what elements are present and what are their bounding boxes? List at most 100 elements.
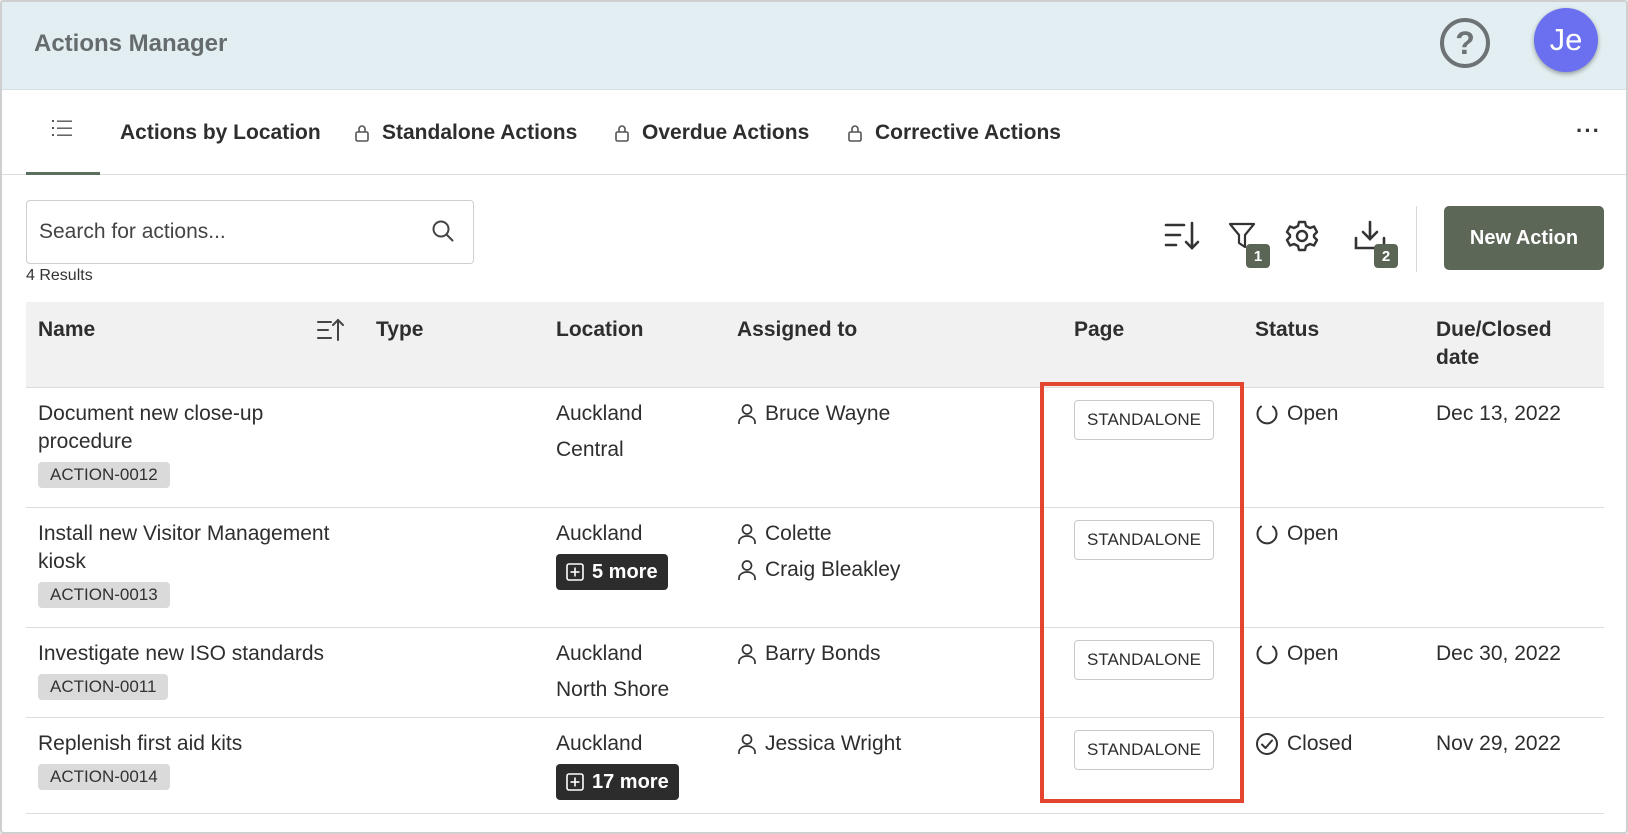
search-input[interactable] [39, 201, 419, 263]
more-locations-label: 17 more [592, 771, 669, 793]
assignee: Bruce Wayne [737, 396, 890, 432]
column-header-date[interactable]: Due/Closed date [1436, 316, 1586, 372]
person-icon [738, 560, 756, 580]
tab-label: Corrective Actions [875, 120, 1061, 144]
action-name[interactable]: Document new close-up procedure ACTION-0… [38, 400, 263, 488]
assigned-cell: Colette Craig Bleakley [737, 516, 900, 588]
more-locations-label: 5 more [592, 561, 658, 583]
download-count-badge: 2 [1374, 244, 1398, 268]
action-name-line: Investigate new ISO standards [38, 642, 324, 665]
column-header-assigned[interactable]: Assigned to [737, 316, 857, 344]
tab-list-view[interactable] [26, 90, 100, 175]
assignee-name: Jessica Wright [765, 732, 902, 755]
more-options-icon[interactable]: ··· [1576, 118, 1601, 144]
assignee-name: Colette [765, 522, 832, 545]
plus-square-icon [566, 563, 584, 581]
column-header-status[interactable]: Status [1255, 316, 1319, 344]
page-column-highlight [1040, 382, 1244, 803]
tab-label: Overdue Actions [642, 120, 810, 144]
table-row[interactable]: Install new Visitor Management kiosk ACT… [26, 508, 1604, 628]
action-name-line: Replenish first aid kits [38, 732, 243, 755]
tab-corrective-actions[interactable]: Corrective Actions [847, 90, 1061, 175]
person-icon [738, 734, 756, 754]
assigned-cell: Bruce Wayne [737, 396, 890, 432]
assignee-name: Barry Bonds [765, 642, 881, 665]
location-name: Auckland [556, 732, 643, 755]
assignee: Barry Bonds [737, 636, 881, 672]
lock-icon [614, 124, 630, 142]
action-name[interactable]: Install new Visitor Management kiosk ACT… [38, 520, 329, 608]
user-avatar[interactable]: Je [1534, 8, 1598, 72]
table-header: Name Type Location Assigned to Page Stat… [26, 302, 1604, 388]
status-cell: Open [1255, 400, 1338, 428]
toolbar-divider [1416, 206, 1417, 272]
column-header-location[interactable]: Location [556, 316, 644, 344]
lock-icon [354, 124, 370, 142]
action-name[interactable]: Replenish first aid kits ACTION-0014 [38, 730, 242, 790]
tab-standalone-actions[interactable]: Standalone Actions [354, 90, 577, 175]
column-header-page[interactable]: Page [1074, 316, 1124, 344]
plus-square-icon [566, 773, 584, 791]
table-row[interactable]: Investigate new ISO standards ACTION-001… [26, 628, 1604, 718]
lock-icon [847, 124, 863, 142]
status-cell: Open [1255, 640, 1338, 668]
assignee: Colette [737, 516, 900, 552]
app-window: Actions Manager ? Je Actions by Location… [0, 0, 1628, 834]
location-cell: Auckland Central [556, 396, 642, 468]
open-status-icon [1256, 645, 1278, 665]
action-id-badge: ACTION-0012 [38, 462, 170, 488]
location-name: North Shore [556, 678, 670, 701]
action-name-line: kiosk [38, 550, 86, 573]
location-cell: Auckland 17 more [556, 726, 679, 800]
due-date: Nov 29, 2022 [1436, 732, 1561, 755]
more-locations-chip[interactable]: 17 more [556, 764, 679, 800]
assignee: Craig Bleakley [737, 552, 900, 588]
new-action-button[interactable]: New Action [1444, 206, 1604, 270]
table-row[interactable]: Document new close-up procedure ACTION-0… [26, 388, 1604, 508]
due-date: Dec 13, 2022 [1436, 402, 1561, 425]
person-icon [738, 644, 756, 664]
search-icon[interactable] [431, 219, 455, 248]
assigned-cell: Barry Bonds [737, 636, 881, 672]
due-date: Dec 30, 2022 [1436, 642, 1561, 665]
settings-button[interactable] [1280, 216, 1324, 260]
action-id-badge: ACTION-0014 [38, 764, 170, 790]
tab-overdue-actions[interactable]: Overdue Actions [614, 90, 809, 175]
tab-label: Standalone Actions [382, 120, 578, 144]
location-name: Auckland [556, 522, 643, 545]
filter-button[interactable]: 1 [1220, 216, 1270, 268]
sort-button[interactable] [1160, 216, 1204, 260]
person-icon [738, 524, 756, 544]
export-button[interactable]: 2 [1348, 216, 1398, 268]
location-name: Central [556, 438, 624, 461]
sort-ascending-icon[interactable] [316, 318, 344, 347]
open-status-icon [1256, 405, 1278, 425]
action-name-line: Document new close-up [38, 402, 264, 425]
check-circle-icon [1256, 733, 1278, 755]
column-header-name[interactable]: Name [38, 316, 95, 344]
app-title: Actions Manager [34, 30, 228, 57]
list-icon [52, 119, 74, 143]
results-count: 4 Results [26, 267, 93, 284]
status-cell: Closed [1255, 730, 1352, 758]
app-header: Actions Manager ? Je [2, 2, 1626, 90]
table-row[interactable]: Replenish first aid kits ACTION-0014 Auc… [26, 718, 1604, 814]
status-text: Open [1287, 642, 1339, 665]
open-status-icon [1256, 525, 1278, 545]
tab-actions-by-location[interactable]: Actions by Location [120, 90, 321, 175]
status-text: Open [1287, 402, 1339, 425]
action-name[interactable]: Investigate new ISO standards ACTION-001… [38, 640, 324, 700]
action-name-line: Install new Visitor Management [38, 522, 330, 545]
tab-bar: Actions by Location Standalone Actions O… [2, 90, 1626, 175]
column-header-type[interactable]: Type [376, 316, 423, 344]
filter-count-badge: 1 [1246, 244, 1270, 268]
tab-label: Actions by Location [120, 120, 321, 144]
more-locations-chip[interactable]: 5 more [556, 554, 668, 590]
person-icon [738, 404, 756, 424]
assignee-name: Bruce Wayne [765, 402, 891, 425]
action-name-line: procedure [38, 430, 133, 453]
assigned-cell: Jessica Wright [737, 726, 901, 762]
assignee: Jessica Wright [737, 726, 901, 762]
help-icon[interactable]: ? [1440, 18, 1490, 68]
status-text: Closed [1287, 732, 1353, 755]
